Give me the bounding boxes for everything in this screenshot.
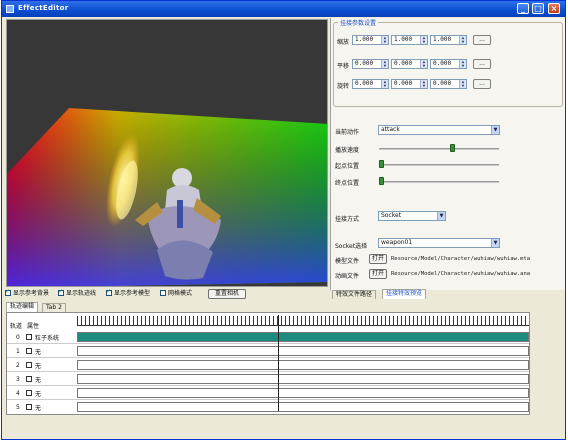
checkbox-show-trail-box: [58, 288, 64, 296]
track-row-0-checkbox[interactable]: [26, 334, 32, 340]
track-row-5-name: 无: [35, 405, 42, 412]
track-row-3-index: 3: [16, 376, 20, 383]
model-file-label: 模型文件: [335, 258, 360, 265]
track-row-5-checkbox[interactable]: [26, 404, 32, 410]
rotate-label: 旋转: [337, 83, 350, 90]
timeline-cursor[interactable]: [278, 315, 279, 411]
track-row-4-checkbox[interactable]: [26, 390, 32, 396]
minimize-button[interactable]: _: [517, 3, 529, 14]
start-slider-track: [379, 164, 499, 166]
start-position-label: 起点位置: [335, 163, 360, 170]
track-row-5-bar[interactable]: [77, 402, 529, 412]
scale-more-button[interactable]: ...: [473, 35, 491, 45]
model-file-path: Resource/Model/Character/wuhiaw/wuhiaw.m…: [391, 256, 531, 262]
model-open-button[interactable]: 打开: [369, 254, 387, 264]
translate-more-button[interactable]: ...: [473, 59, 491, 69]
window-title: EffectEditor: [18, 4, 69, 12]
tab-2[interactable]: Tab 2: [42, 303, 66, 312]
translate-y-input[interactable]: 0.000 ▲ ▼: [391, 59, 428, 69]
anim-open-button[interactable]: 打开: [369, 269, 387, 279]
translate-x-input[interactable]: 0.000 ▲ ▼: [352, 59, 389, 69]
rotate-x-input[interactable]: 0.000 ▲ ▼: [352, 79, 389, 89]
panel-tabs: 特效文件路径 挂接特效预览: [330, 289, 565, 300]
attach-mode-label: 挂接方式: [335, 216, 360, 223]
scene-render: [7, 108, 327, 286]
track-row-3-name: 无: [35, 377, 42, 384]
action-label: 当前动作: [335, 129, 360, 136]
track-row-4[interactable]: 4 无: [7, 387, 529, 400]
app-icon: [6, 5, 14, 13]
3d-viewport[interactable]: [6, 19, 328, 287]
checkbox-show-trail[interactable]: 显示轨迹线: [58, 288, 96, 298]
title-bar: EffectEditor _ □ ×: [2, 1, 565, 17]
effect-editor-window: EffectEditor _ □ × 挂接参数设置 缩放 1.000 ▲ ▼ 1…: [1, 0, 566, 440]
start-slider-thumb[interactable]: [379, 160, 384, 168]
translate-label: 平移: [337, 63, 350, 70]
timeline-ruler[interactable]: [77, 316, 529, 326]
reset-camera-button[interactable]: 重置相机: [208, 289, 246, 299]
checkbox-show-model[interactable]: 显示参考模型: [106, 288, 150, 298]
tab-track-editor[interactable]: 轨迹编辑: [6, 302, 39, 312]
timeline-header: 轨道 属性: [7, 313, 77, 331]
socket-select[interactable]: weapon01 ▼: [378, 238, 500, 248]
track-row-2-name: 无: [35, 363, 42, 370]
track-row-2-index: 2: [16, 362, 20, 369]
track-row-4-name: 无: [35, 391, 42, 398]
checkbox-show-background-box: [5, 288, 11, 296]
track-row-0[interactable]: 0 粒子系统: [7, 331, 529, 344]
track-row-1-index: 1: [16, 348, 20, 355]
track-row-3[interactable]: 3 无: [7, 373, 529, 386]
rotate-z-input[interactable]: 0.000 ▲ ▼: [430, 79, 467, 89]
scale-label: 缩放: [337, 39, 350, 46]
timeline-panel: 轨道 属性 0 粒子系统 1 无 2 无 3 无 4 无 5 无: [6, 312, 530, 415]
speed-slider-track: [379, 148, 499, 150]
display-options: 显示参考背景 显示轨迹线 显示参考模型 网格模式 重置相机: [5, 288, 325, 300]
rotate-more-button[interactable]: ...: [473, 79, 491, 89]
anim-file-label: 动画文件: [335, 273, 360, 280]
track-row-0-index: 0: [16, 334, 20, 341]
track-row-4-bar[interactable]: [77, 388, 529, 398]
attach-params-title: 挂接参数设置: [338, 18, 379, 27]
anim-file-path: Resource/Model/Character/wuhiaw/wuhiaw.a…: [391, 271, 531, 277]
scale-z-input[interactable]: 1.000 ▲ ▼: [430, 35, 467, 45]
checkbox-wireframe[interactable]: 网格模式: [160, 289, 192, 298]
end-position-label: 终点位置: [335, 180, 360, 187]
socket-label: Socket选择: [335, 243, 368, 250]
maximize-button[interactable]: □: [532, 3, 544, 14]
scale-y-input[interactable]: 1.000 ▲ ▼: [391, 35, 428, 45]
track-row-0-bar[interactable]: [77, 332, 529, 342]
speed-label: 播放速度: [335, 147, 360, 154]
timeline-header-track: 轨道: [10, 323, 23, 330]
timeline-header-property: 属性: [27, 323, 40, 330]
speed-slider-thumb[interactable]: [450, 144, 456, 152]
properties-panel: 挂接参数设置 缩放 1.000 ▲ ▼ 1.000 ▲ ▼ 1.000 ▲ ▼ ... 平移…: [330, 18, 565, 290]
track-row-2[interactable]: 2 无: [7, 359, 529, 372]
track-row-0-name: 粒子系统: [35, 335, 60, 342]
checkbox-show-background[interactable]: 显示参考背景: [5, 288, 49, 298]
track-row-4-index: 4: [16, 390, 20, 397]
track-row-3-bar[interactable]: [77, 374, 529, 384]
track-row-1-checkbox[interactable]: [26, 348, 32, 354]
tab-attach-preview[interactable]: 挂接特效预览: [382, 289, 427, 299]
scale-x-input[interactable]: 1.000 ▲ ▼: [352, 35, 389, 45]
end-slider-track: [379, 181, 499, 183]
track-row-2-bar[interactable]: [77, 360, 529, 370]
attach-params-group: 挂接参数设置 缩放 1.000 ▲ ▼ 1.000 ▲ ▼ 1.000 ▲ ▼ ... 平移…: [333, 18, 563, 107]
close-button[interactable]: ×: [548, 3, 560, 14]
action-select[interactable]: attack ▼: [378, 125, 500, 135]
track-row-3-checkbox[interactable]: [26, 376, 32, 382]
checkbox-show-model-box: [106, 288, 112, 296]
track-row-1-name: 无: [35, 349, 42, 356]
attach-mode-select[interactable]: Socket ▼: [378, 211, 446, 221]
track-row-1[interactable]: 1 无: [7, 345, 529, 358]
track-row-5[interactable]: 5 无: [7, 401, 529, 414]
rotate-y-input[interactable]: 0.000 ▲ ▼: [391, 79, 428, 89]
track-row-5-index: 5: [16, 404, 20, 411]
track-row-2-checkbox[interactable]: [26, 362, 32, 368]
tab-effect-file-path[interactable]: 特效文件路径: [332, 290, 377, 299]
checkbox-wireframe-box: [160, 289, 166, 296]
end-slider-thumb[interactable]: [379, 177, 384, 185]
track-row-1-bar[interactable]: [77, 346, 529, 356]
translate-z-input[interactable]: 0.000 ▲ ▼: [430, 59, 467, 69]
